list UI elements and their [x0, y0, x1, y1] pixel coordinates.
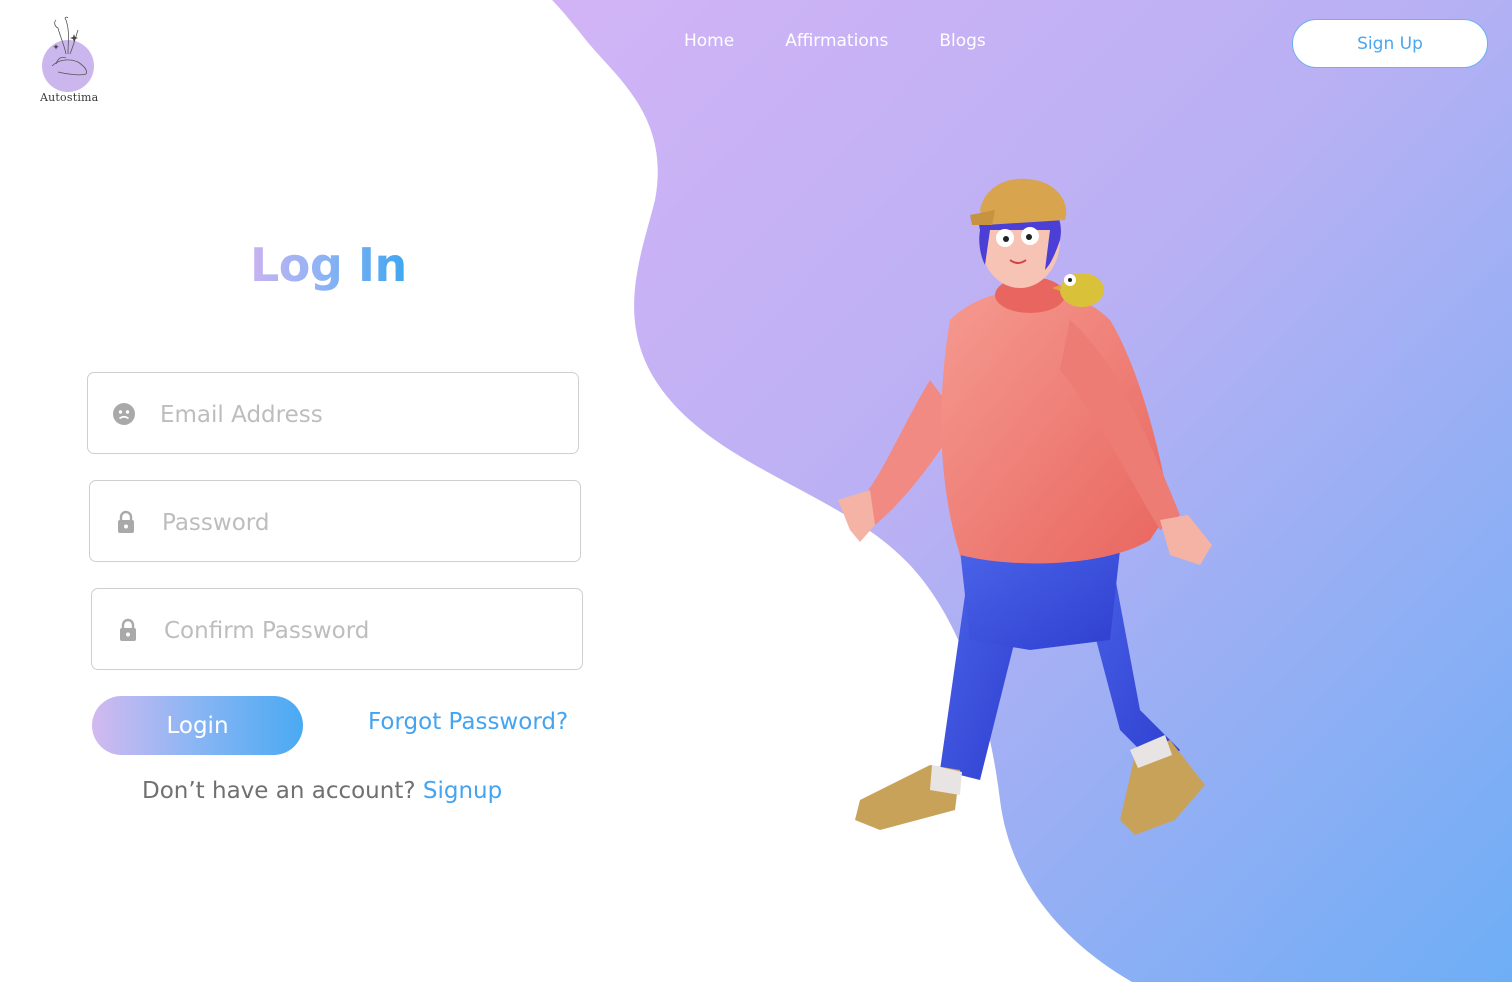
signup-link[interactable]: Signup	[423, 778, 502, 804]
forgot-password-link[interactable]: Forgot Password?	[368, 709, 568, 735]
no-account-text: Don’t have an account?	[142, 778, 416, 804]
email-field[interactable]	[87, 372, 579, 454]
nav-home[interactable]: Home	[684, 31, 734, 51]
walking-character-illustration	[838, 178, 1212, 835]
lock-icon	[120, 618, 136, 641]
main-nav: Home Affirmations Blogs	[684, 31, 986, 51]
password-input[interactable]	[162, 501, 562, 545]
login-button[interactable]: Login	[92, 696, 303, 755]
hand-leaf-logo-icon	[51, 16, 87, 76]
lock-icon	[118, 510, 134, 533]
face-icon	[113, 403, 135, 425]
logo-text: Autostima	[40, 91, 99, 104]
nav-blogs[interactable]: Blogs	[939, 31, 985, 51]
signup-prompt-row: Don’t have an account? Signup	[142, 778, 502, 804]
email-input[interactable]	[160, 393, 560, 437]
brand-logo[interactable]: Autostima	[36, 14, 106, 109]
confirm-password-field[interactable]	[91, 588, 583, 670]
nav-affirmations[interactable]: Affirmations	[785, 31, 888, 51]
page-title: Log In	[250, 238, 407, 292]
confirm-password-input[interactable]	[164, 609, 564, 653]
header-signup-button[interactable]: Sign Up	[1292, 19, 1488, 68]
password-field[interactable]	[89, 480, 581, 562]
